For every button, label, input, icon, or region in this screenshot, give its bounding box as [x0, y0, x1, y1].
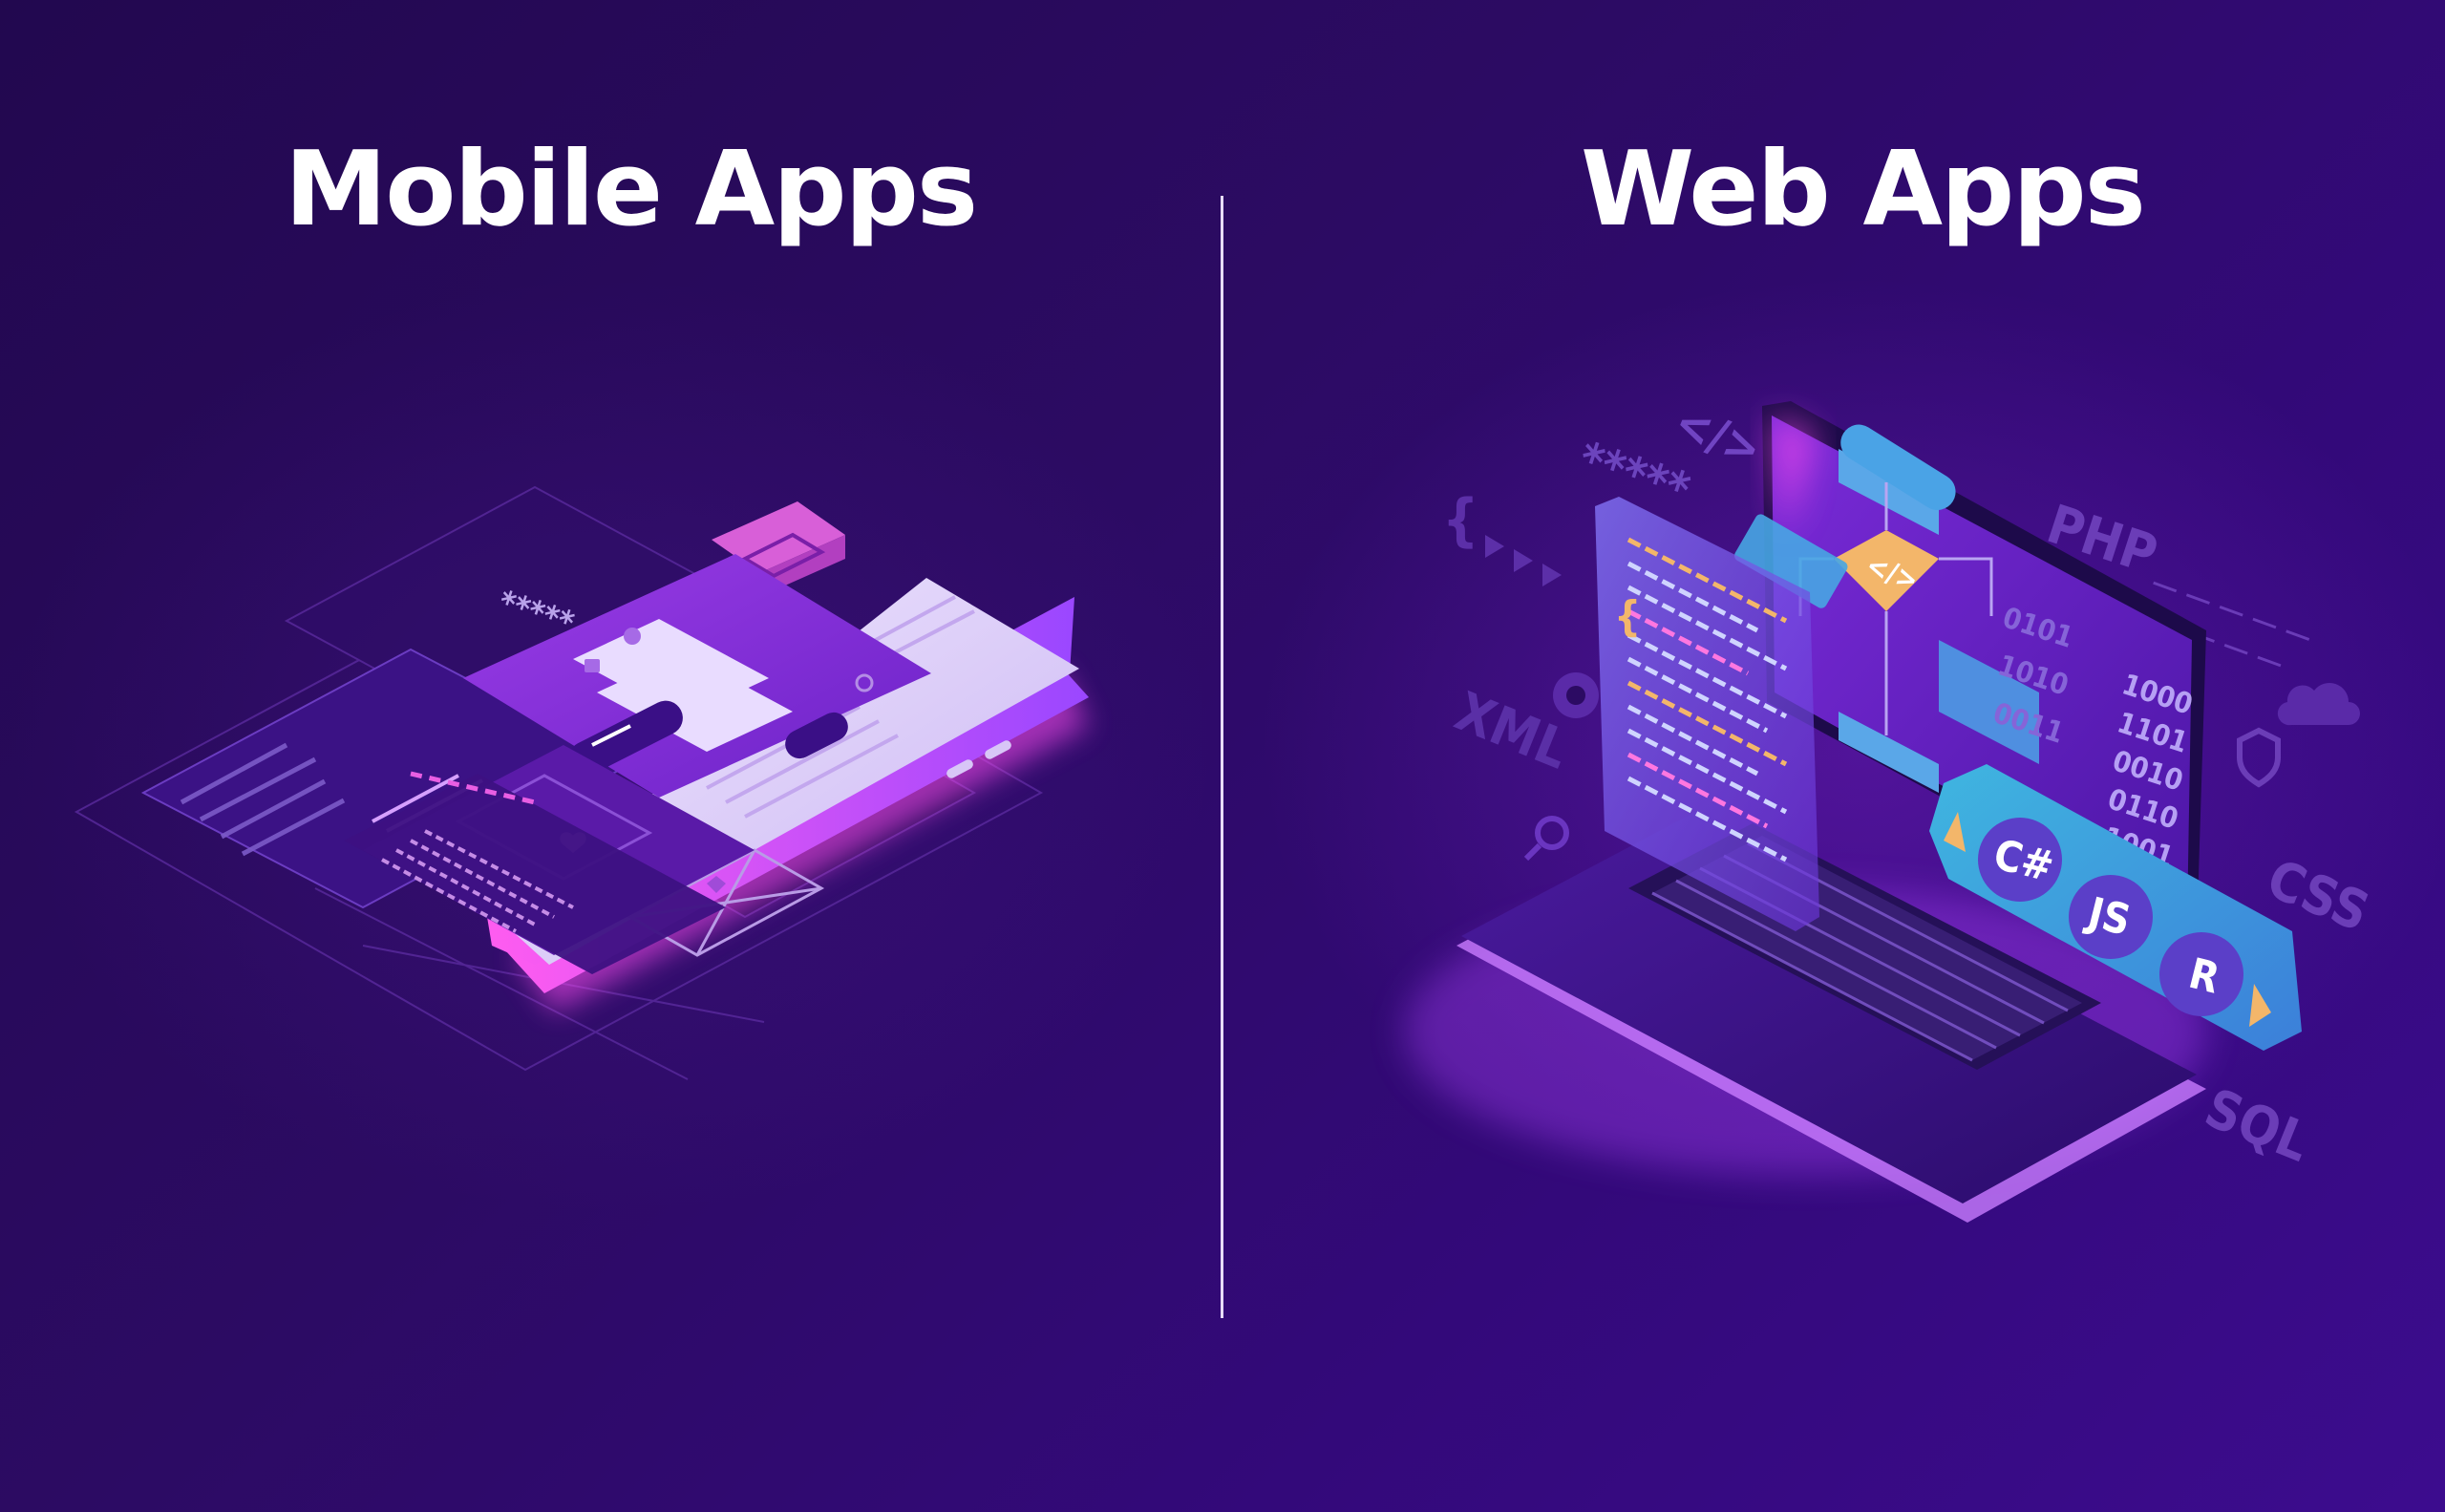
search-icon: [1523, 816, 1569, 862]
cloud-icon: [2277, 682, 2360, 726]
lang-js: JS: [2069, 875, 2153, 959]
lang-r: R: [2159, 932, 2243, 1016]
lang-csharp: C#: [1978, 818, 2062, 902]
web-illustration: PHP XML CSS SQL </> ***** { ᅳ ᅳ ᅳ ᅳ ᅳ ᅳ …: [1404, 394, 2377, 1223]
play-arrows: [1485, 535, 1562, 586]
sql-label: SQL: [2197, 1077, 2318, 1175]
braces-icon: {: [1442, 487, 1478, 554]
shield-icon: [2237, 727, 2281, 788]
poster: Mobile Apps Web Apps ***** PHP XML CSS S…: [0, 0, 2445, 1512]
svg-text:{: {: [1614, 592, 1641, 641]
gear-icon: [1553, 672, 1599, 718]
